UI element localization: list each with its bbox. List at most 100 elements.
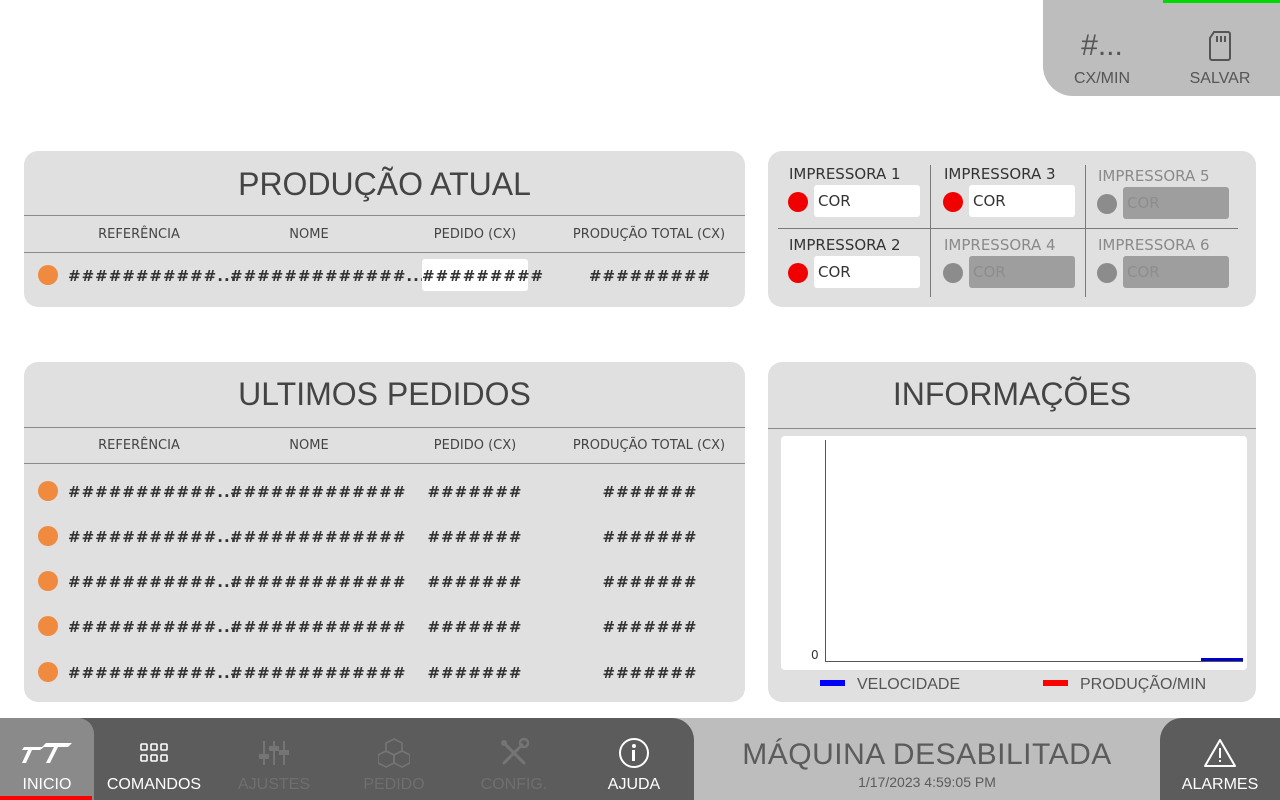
header-nome: NOME xyxy=(289,438,329,453)
table-header: REFERÊNCIA NOME PEDIDO (CX) PRODUÇÃO TOT… xyxy=(24,215,745,253)
status-dot xyxy=(38,265,58,285)
printer-4-status-dot xyxy=(943,263,963,283)
legend-swatch-velocity xyxy=(820,680,845,686)
nav-bar: INICIO COMANDOS AJUSTES PEDIDO CONFIG. A… xyxy=(0,718,694,800)
cell-pedido: ####### xyxy=(427,573,523,591)
legend-label-velocity: VELOCIDADE xyxy=(857,676,961,693)
status-dot xyxy=(38,662,58,682)
divider xyxy=(768,428,1256,429)
cell-referencia: ###########... xyxy=(68,267,238,285)
printer-5-color-field[interactable]: COR xyxy=(1123,187,1229,219)
printer-5-label: IMPRESSORA 5 xyxy=(1098,167,1210,185)
panel-title: PRODUÇÃO ATUAL xyxy=(238,166,531,202)
printer-3-color-field[interactable]: COR xyxy=(969,185,1075,217)
panel-title: INFORMAÇÕES xyxy=(892,376,1132,412)
cell-referencia: ###########... xyxy=(68,528,238,546)
header-pedido: PEDIDO (CX) xyxy=(433,227,517,242)
nav-comandos[interactable]: COMANDOS xyxy=(94,718,214,800)
info-panel: INFORMAÇÕES 0 VELOCIDADE PRODUÇÃO/MIN xyxy=(768,362,1256,702)
chart-velocity-series xyxy=(1201,658,1243,661)
cell-producao-total: ####### xyxy=(602,618,698,636)
cell-referencia: ###########... xyxy=(68,664,238,682)
chart-y-axis xyxy=(825,440,826,662)
last-orders-panel: ULTIMOS PEDIDOS REFERÊNCIA NOME PEDIDO (… xyxy=(24,362,745,702)
header-producao-total: PRODUÇÃO TOTAL (CX) xyxy=(572,438,726,453)
cell-nome: ############# xyxy=(230,528,407,546)
printer-3-status-dot xyxy=(943,192,963,212)
chart-area: 0 xyxy=(781,436,1247,670)
nav-comandos-label: COMANDOS xyxy=(106,776,202,793)
printer-2-status-dot xyxy=(788,263,808,283)
nav-inicio-label: INICIO xyxy=(22,776,72,793)
cell-pedido: ####### xyxy=(427,618,523,636)
printer-2-label: IMPRESSORA 2 xyxy=(789,236,901,254)
nav-pedido-label: PEDIDO xyxy=(363,776,425,793)
divider xyxy=(1085,165,1086,297)
status-indicator-line xyxy=(1163,0,1280,3)
nav-inicio[interactable]: INICIO xyxy=(0,718,94,800)
cell-producao-total: ######### xyxy=(588,267,712,285)
printer-1-label: IMPRESSORA 1 xyxy=(789,165,901,183)
legend-swatch-production xyxy=(1043,680,1068,686)
top-quick-panel: #... CX/MIN SALVAR xyxy=(1043,0,1280,96)
header-nome: NOME xyxy=(289,227,329,242)
alarms-label: ALARMES xyxy=(1181,776,1259,793)
current-production-panel: PRODUÇÃO ATUAL REFERÊNCIA NOME PEDIDO (C… xyxy=(24,151,745,307)
printers-panel: IMPRESSORA 1 COR IMPRESSORA 2 COR IMPRES… xyxy=(768,151,1256,307)
bottom-bar: INICIO COMANDOS AJUSTES PEDIDO CONFIG. A… xyxy=(0,718,1280,800)
nav-ajustes[interactable]: AJUSTES xyxy=(214,718,334,800)
cell-referencia: ###########... xyxy=(68,573,238,591)
printer-6-color-field[interactable]: COR xyxy=(1123,256,1229,288)
speed-unit-label: CX/MIN xyxy=(1074,70,1130,87)
printer-4-color-field[interactable]: COR xyxy=(969,256,1075,288)
status-datetime: 1/17/2023 4:59:05 PM xyxy=(858,774,996,790)
cell-producao-total: ####### xyxy=(602,664,698,682)
cell-pedido: ####### xyxy=(427,528,523,546)
cell-producao-total: ####### xyxy=(602,573,698,591)
save-label: SALVAR xyxy=(1189,70,1251,87)
nav-ajuda[interactable]: AJUDA xyxy=(574,718,694,800)
boxes-icon xyxy=(378,738,410,768)
nav-ajustes-label: AJUSTES xyxy=(237,776,310,793)
panel-title: ULTIMOS PEDIDOS xyxy=(238,376,531,412)
status-dot xyxy=(38,481,58,501)
printer-4-label: IMPRESSORA 4 xyxy=(944,236,1056,254)
printer-6-status-dot xyxy=(1097,263,1117,283)
cell-referencia: ###########... xyxy=(68,483,238,501)
cell-producao-total: ####### xyxy=(602,528,698,546)
tools-icon xyxy=(501,737,530,765)
status-message: MÁQUINA DESABILITADA xyxy=(742,738,1112,771)
status-dot xyxy=(38,526,58,546)
cell-nome: ############# xyxy=(230,483,407,501)
logo-icon xyxy=(22,743,72,763)
divider xyxy=(778,228,1238,229)
legend-label-production: PRODUÇÃO/MIN xyxy=(1080,676,1207,693)
warning-icon xyxy=(1204,739,1236,767)
chart-x-axis xyxy=(825,661,1243,662)
cell-pedido: ####### xyxy=(427,664,523,682)
header-producao-total: PRODUÇÃO TOTAL (CX) xyxy=(572,227,726,242)
nav-config[interactable]: CONFIG. xyxy=(454,718,574,800)
status-dot xyxy=(38,616,58,636)
cell-nome: ############# xyxy=(230,573,407,591)
speed-display[interactable]: #... CX/MIN xyxy=(1057,28,1147,88)
nav-config-label: CONFIG. xyxy=(480,776,548,793)
status-dot xyxy=(38,571,58,591)
printer-5-status-dot xyxy=(1097,194,1117,214)
header-referencia: REFERÊNCIA xyxy=(98,438,180,453)
cell-pedido: ######### xyxy=(422,267,545,285)
nav-ajuda-label: AJUDA xyxy=(607,776,661,793)
printer-3-label: IMPRESSORA 3 xyxy=(944,165,1056,183)
cell-referencia: ###########... xyxy=(68,618,238,636)
cell-producao-total: ####### xyxy=(602,483,698,501)
grid-icon xyxy=(140,743,168,762)
cell-nome: #############... xyxy=(230,267,427,285)
header-pedido: PEDIDO (CX) xyxy=(433,438,517,453)
sd-card-icon xyxy=(1209,31,1231,61)
printer-1-color-field[interactable]: COR xyxy=(814,185,920,217)
alarms-button[interactable]: ALARMES xyxy=(1160,718,1280,800)
save-button[interactable]: SALVAR xyxy=(1175,28,1265,88)
nav-pedido[interactable]: PEDIDO xyxy=(334,718,454,800)
machine-status: MÁQUINA DESABILITADA 1/17/2023 4:59:05 P… xyxy=(694,718,1160,800)
printer-2-color-field[interactable]: COR xyxy=(814,256,920,288)
